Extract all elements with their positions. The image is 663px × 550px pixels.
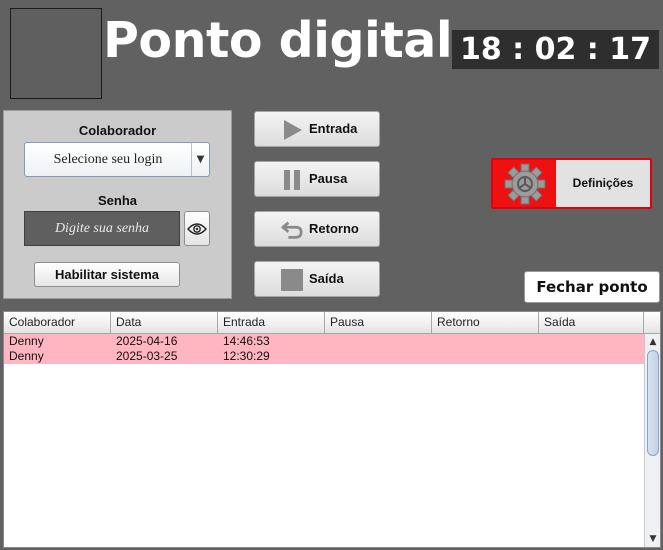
pause-icon bbox=[281, 169, 303, 191]
cell-retorno bbox=[432, 334, 437, 349]
retorno-button[interactable]: Retorno bbox=[254, 211, 380, 247]
clock-display: 18 : 02 : 17 bbox=[452, 30, 659, 69]
scrollbar-thumb[interactable] bbox=[647, 350, 659, 456]
col-header-colaborador[interactable]: Colaborador bbox=[4, 312, 111, 333]
return-arrow-icon bbox=[281, 219, 303, 241]
logo-placeholder bbox=[10, 8, 102, 99]
records-table: Colaborador Data Entrada Pausa Retorno S… bbox=[3, 311, 661, 548]
login-select[interactable]: Selecione seu login ▼ bbox=[24, 142, 210, 177]
col-header-pausa[interactable]: Pausa bbox=[325, 312, 432, 333]
table-row[interactable]: Denny 2025-04-16 14:46:53 bbox=[4, 334, 644, 349]
stop-icon bbox=[281, 269, 303, 291]
pausa-label: Pausa bbox=[309, 171, 348, 186]
login-panel: Colaborador Selecione seu login ▼ Senha … bbox=[3, 110, 232, 299]
col-header-data[interactable]: Data bbox=[111, 312, 218, 333]
table-header-corner bbox=[644, 312, 660, 334]
vertical-scrollbar[interactable]: ▲ ▼ bbox=[644, 334, 660, 547]
retorno-label: Retorno bbox=[309, 221, 359, 236]
eye-icon bbox=[187, 222, 207, 235]
colaborador-label: Colaborador bbox=[78, 123, 157, 138]
col-header-retorno[interactable]: Retorno bbox=[432, 312, 539, 333]
cell-pausa bbox=[325, 349, 330, 364]
scroll-up-icon[interactable]: ▲ bbox=[646, 335, 660, 349]
cell-pausa bbox=[325, 334, 330, 349]
password-field[interactable]: Digite sua senha bbox=[24, 211, 180, 246]
table-row[interactable]: Denny 2025-03-25 12:30:29 bbox=[4, 349, 644, 364]
gear-icon bbox=[493, 160, 556, 207]
cell-data: 2025-04-16 bbox=[116, 334, 178, 348]
pausa-button[interactable]: Pausa bbox=[254, 161, 380, 197]
col-header-saida[interactable]: Saída bbox=[539, 312, 644, 333]
saida-label: Saída bbox=[309, 271, 344, 286]
cell-entrada: 12:30:29 bbox=[223, 349, 270, 363]
saida-button[interactable]: Saída bbox=[254, 261, 380, 297]
cell-retorno bbox=[432, 349, 437, 364]
scroll-down-icon[interactable]: ▼ bbox=[646, 532, 660, 546]
cell-saida bbox=[539, 334, 544, 349]
play-icon bbox=[281, 119, 303, 141]
cell-data: 2025-03-25 bbox=[116, 349, 178, 363]
password-placeholder: Digite sua senha bbox=[54, 221, 150, 236]
definicoes-button[interactable]: Definições bbox=[491, 158, 652, 209]
app-title: Ponto digital bbox=[103, 12, 453, 69]
login-select-value: Selecione seu login bbox=[53, 152, 163, 167]
entrada-label: Entrada bbox=[309, 121, 358, 136]
cell-entrada: 14:46:53 bbox=[223, 334, 270, 348]
entrada-button[interactable]: Entrada bbox=[254, 111, 380, 147]
table-header: Colaborador Data Entrada Pausa Retorno S… bbox=[4, 312, 644, 334]
cell-colaborador: Denny bbox=[9, 349, 44, 363]
definicoes-label: Definições bbox=[572, 176, 634, 190]
show-password-button[interactable] bbox=[184, 211, 210, 246]
senha-label: Senha bbox=[97, 193, 137, 208]
cell-saida bbox=[539, 349, 544, 364]
cell-colaborador: Denny bbox=[9, 334, 44, 348]
habilitar-sistema-button[interactable]: Habilitar sistema bbox=[34, 262, 180, 287]
chevron-down-icon[interactable]: ▼ bbox=[191, 143, 209, 176]
col-header-entrada[interactable]: Entrada bbox=[218, 312, 325, 333]
fechar-ponto-button[interactable]: Fechar ponto bbox=[524, 271, 660, 303]
